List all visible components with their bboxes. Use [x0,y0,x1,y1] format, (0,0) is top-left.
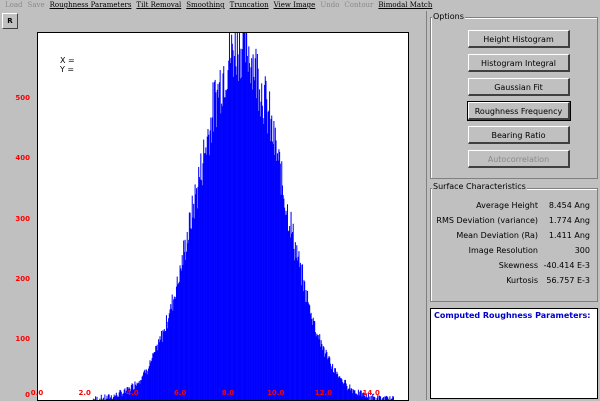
x-tick-label: 12.0 [314,389,333,397]
option-button-autocorrelation: Autocorrelation [468,150,570,168]
menu-item-smoothing[interactable]: Smoothing [186,0,224,11]
menu-item-tilt-removal[interactable]: Tilt Removal [136,0,181,11]
surface-label-1: RMS Deviation (variance) [436,216,538,225]
option-button-bearing-ratio[interactable]: Bearing Ratio [468,126,570,144]
histogram-bar [380,396,382,400]
y-tick-label: 0 [25,391,30,399]
menu-item-save: Save [27,1,45,9]
menu-item-bimodal-match[interactable]: Bimodal Match [378,0,432,11]
right-panel: Options Height Histogram Histogram Integr… [428,11,600,400]
option-button-histogram-integral[interactable]: Histogram Integral [468,54,570,72]
x-tick-label: 0.0 [30,389,44,397]
histogram-chart [92,33,394,400]
surface-label-3: Image Resolution [468,246,538,255]
option-button-gaussian-fit[interactable]: Gaussian Fit [468,78,570,96]
y-tick-label: 500 [15,94,30,103]
option-button-roughness-frequency[interactable]: Roughness Frequency [467,101,571,121]
reset-button[interactable]: R [2,13,18,29]
menu-item-contour: Contour [344,1,374,9]
computed-parameters-box: Computed Roughness Parameters: [430,308,598,399]
surface-value-5: 56.757 E-3 [546,276,590,285]
y-tick-label: 300 [15,214,30,223]
histogram-bar [104,394,106,400]
menu-bar: Load Save Roughness Parameters Tilt Removal… [0,0,600,11]
surface-label-5: Kurtosis [506,276,538,285]
surface-label-2: Mean Deviation (Ra) [456,231,538,240]
menu-item-roughness-parameters[interactable]: Roughness Parameters [50,0,132,11]
computed-parameters-title: Computed Roughness Parameters: [434,311,591,320]
menu-item-view-image[interactable]: View Image [274,0,316,11]
menu-item-load: Load [5,1,23,9]
histogram-panel: R 0 100 200 300 400 500 X = Y = 0.0 2.0 4.0 6.0 8… [0,11,427,401]
x-tick-label: 8.0 [221,389,235,397]
surface-label-4: Skewness [498,261,538,270]
x-tick-label: 2.0 [78,389,91,397]
histogram-bar [392,396,394,400]
histogram-plot[interactable]: X = Y = [37,32,409,401]
option-button-height-histogram[interactable]: Height Histogram [468,30,570,48]
surface-value-2: 1.411 Ang [548,231,590,240]
y-tick-label: 200 [15,274,30,283]
surface-value-3: 300 [574,246,590,255]
x-tick-label: 4.0 [126,389,139,397]
x-tick-label: 10.0 [267,389,285,397]
x-tick-label: 14.0 [362,389,380,397]
y-tick-label: 400 [15,154,30,163]
surface-title: Surface Characteristics [432,182,527,191]
surface-value-1: 1.774 Ang [548,216,590,225]
menu-item-truncation[interactable]: Truncation [230,0,269,11]
options-title: Options [432,12,465,21]
x-tick-label: 6.0 [174,389,187,397]
surface-label-0: Average Height [476,201,538,210]
histogram-bar [389,396,391,400]
histogram-bar [95,396,97,400]
y-tick-label: 100 [15,334,30,343]
menu-item-undo: Undo [320,1,340,9]
surface-value-0: 8.454 Ang [548,201,590,210]
surface-value-4: -40.414 E-3 [543,261,590,270]
